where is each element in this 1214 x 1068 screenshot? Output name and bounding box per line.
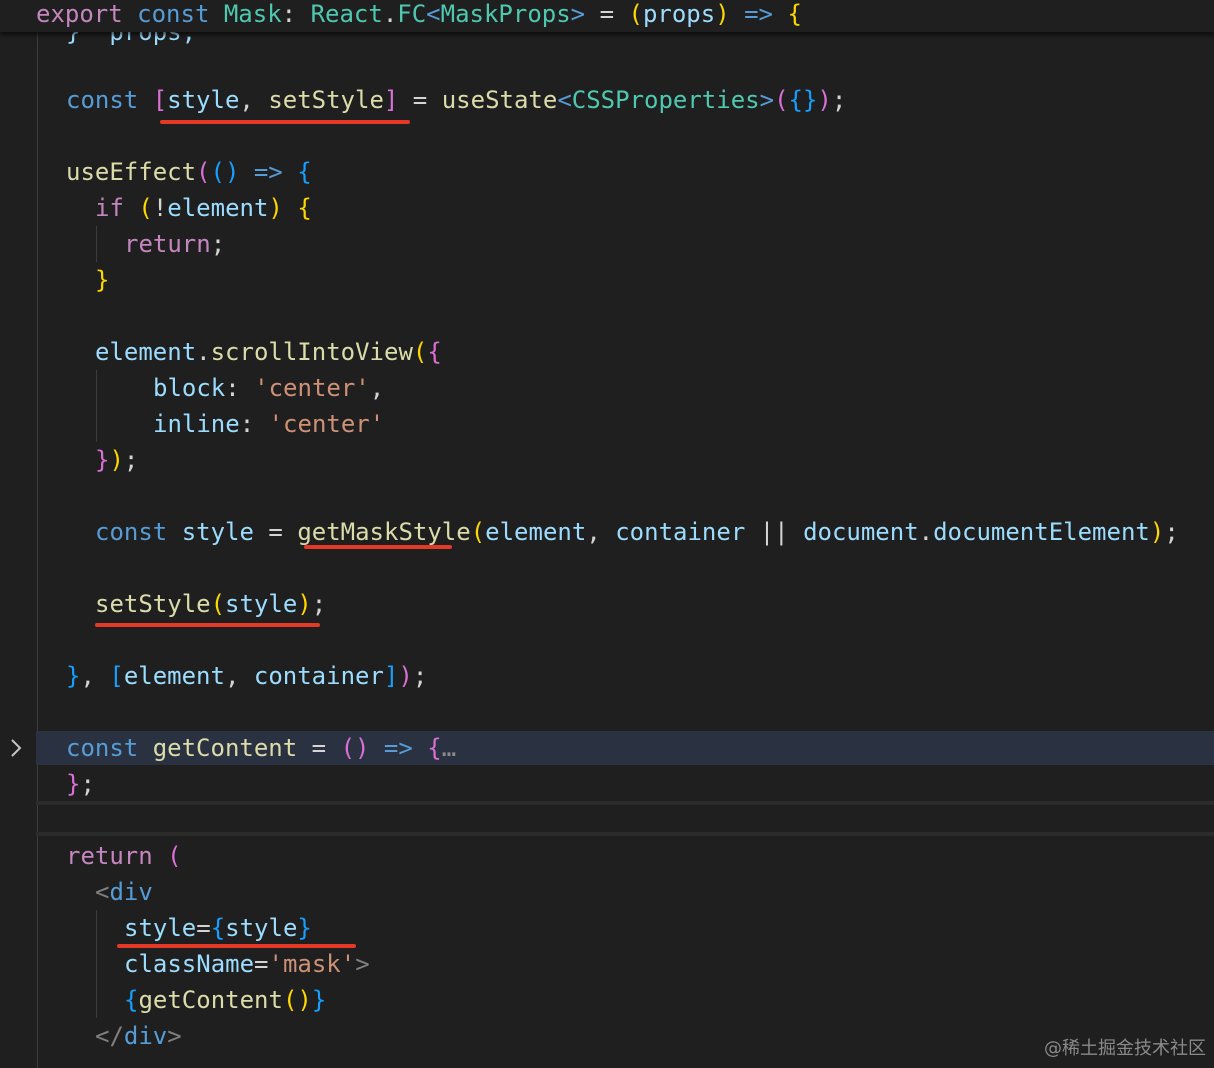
code-line: inline: 'center' bbox=[153, 410, 385, 438]
code-line: } bbox=[95, 266, 110, 294]
code-line: element.scrollIntoView({ bbox=[95, 338, 442, 366]
code-editor[interactable]: export const Mask: React.FC<MaskProps> =… bbox=[0, 0, 1214, 1068]
code-line: return; bbox=[124, 230, 226, 258]
indent-guide bbox=[96, 910, 97, 1018]
code-line: </div> bbox=[95, 1022, 182, 1050]
indent-guide bbox=[96, 226, 97, 262]
code-line: style={style} bbox=[124, 914, 312, 942]
code-line-folded[interactable]: const getContent = () => {… bbox=[66, 730, 456, 766]
code-line: return ( bbox=[66, 842, 182, 870]
folded-ellipsis-icon: … bbox=[441, 734, 457, 762]
annotation-underline bbox=[117, 944, 356, 948]
watermark: @稀土掘金技术社区 bbox=[1044, 1038, 1206, 1059]
code-line: useEffect(() => { bbox=[66, 158, 312, 186]
editor-gutter bbox=[0, 0, 36, 1068]
code-line: const style = getMaskStyle(element, cont… bbox=[95, 518, 1179, 546]
editor-divider bbox=[36, 832, 1214, 836]
code-line: }); bbox=[95, 446, 139, 474]
code-line: {getContent()} bbox=[124, 986, 327, 1014]
editor-divider bbox=[36, 801, 1214, 805]
code-line: setStyle(style); bbox=[95, 590, 327, 618]
code-line: }; bbox=[66, 770, 95, 798]
code-line: const [style, setStyle] = useState<CSSPr… bbox=[66, 86, 847, 114]
code-line: className='mask'> bbox=[124, 950, 370, 978]
code-line: }, [element, container]); bbox=[66, 662, 428, 690]
code-line: if (!element) { bbox=[95, 194, 312, 222]
indent-guide bbox=[37, 32, 38, 1068]
annotation-underline bbox=[304, 545, 452, 549]
code-line-sticky: export const Mask: React.FC<MaskProps> =… bbox=[36, 0, 802, 28]
code-line: block: 'center', bbox=[153, 374, 385, 402]
sticky-scroll-header[interactable]: export const Mask: React.FC<MaskProps> =… bbox=[0, 0, 1214, 32]
code-line: <div bbox=[95, 878, 153, 906]
chevron-right-icon[interactable] bbox=[6, 737, 26, 759]
indent-guide bbox=[96, 370, 97, 442]
annotation-underline bbox=[160, 120, 410, 124]
annotation-underline bbox=[95, 623, 320, 627]
